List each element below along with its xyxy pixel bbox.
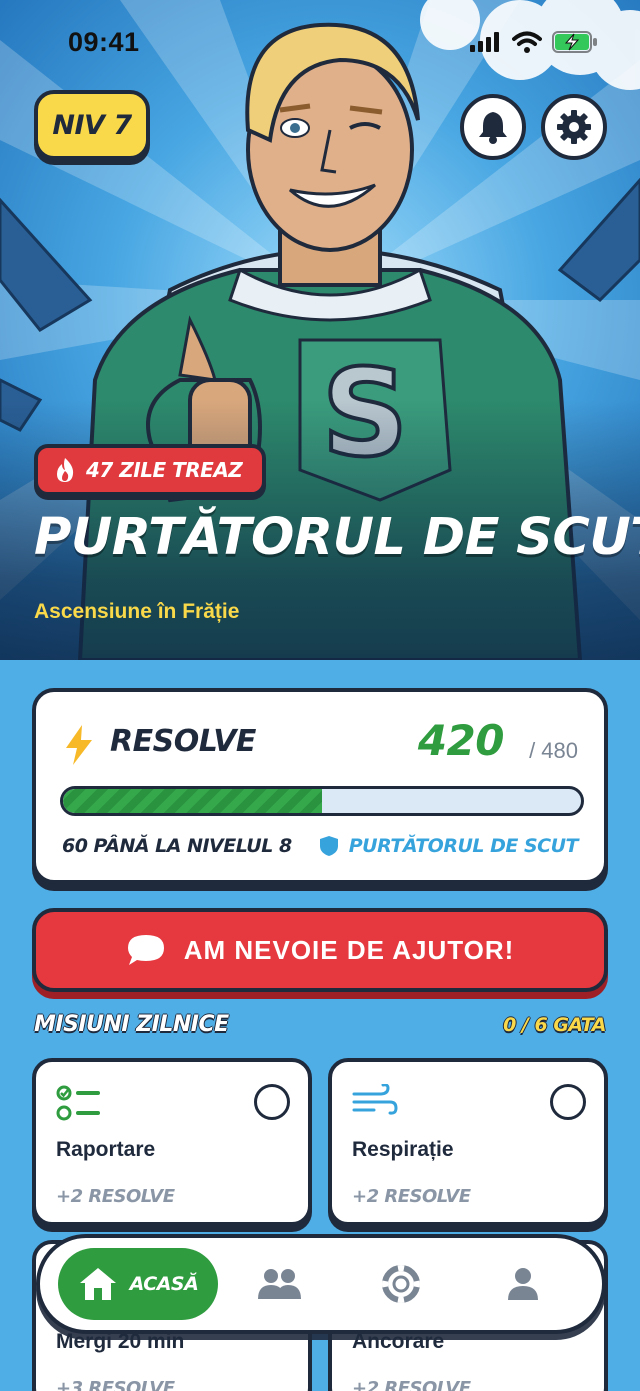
nav-home-button[interactable]: ACASĂ bbox=[58, 1248, 218, 1320]
home-icon bbox=[79, 1268, 116, 1300]
resolve-progress-fill bbox=[63, 789, 322, 813]
cellular-signal-icon bbox=[470, 32, 499, 52]
resolve-progress-bar bbox=[60, 786, 584, 816]
help-button-label: AM NEVOIE DE AJUTOR! bbox=[183, 934, 515, 965]
battery-charging-icon bbox=[552, 31, 597, 53]
mission-reward: +2 RESOLVE bbox=[352, 1186, 471, 1207]
next-level-text: 60 PÂNĂ LA NIVELUL 8 bbox=[62, 835, 292, 857]
status-time: 09:41 bbox=[68, 26, 140, 57]
mission-checkbox[interactable] bbox=[254, 1084, 290, 1120]
nav-profile-button[interactable] bbox=[462, 1248, 584, 1320]
mission-name: Raportare bbox=[56, 1138, 156, 1161]
wifi-icon bbox=[512, 31, 542, 53]
rank-label: PURTĂTORUL DE SCUT bbox=[319, 835, 579, 857]
rank-text: PURTĂTORUL DE SCUT bbox=[348, 835, 579, 857]
settings-button[interactable] bbox=[541, 94, 607, 160]
lightning-icon bbox=[66, 725, 92, 765]
nav-community-button[interactable] bbox=[218, 1248, 340, 1320]
mission-reward: +2 RESOLVE bbox=[352, 1378, 471, 1391]
notifications-button[interactable] bbox=[460, 94, 526, 160]
mission-reward: +2 RESOLVE bbox=[56, 1186, 175, 1207]
shield-icon bbox=[319, 836, 338, 856]
level-badge[interactable]: NIV 7 bbox=[34, 90, 150, 160]
mission-card-raportare[interactable]: Raportare +2 RESOLVE bbox=[32, 1058, 312, 1226]
resolve-card: RESOLVE 420 / 480 60 PÂNĂ LA NIVELUL 8 P… bbox=[32, 688, 608, 884]
streak-badge: 47 ZILE TREAZ bbox=[34, 444, 267, 496]
resolve-value: 420 bbox=[417, 716, 505, 765]
mission-name: Respirație bbox=[352, 1138, 454, 1161]
resolve-max: / 480 bbox=[529, 738, 578, 763]
profile-icon bbox=[508, 1268, 538, 1300]
nav-support-button[interactable] bbox=[340, 1248, 462, 1320]
help-button[interactable]: AM NEVOIE DE AJUTOR! bbox=[32, 908, 608, 992]
missions-count: 0 / 6 GATA bbox=[503, 1014, 606, 1036]
mission-checkbox[interactable] bbox=[550, 1084, 586, 1120]
resolve-label: RESOLVE bbox=[110, 724, 256, 759]
hero-subtitle: Ascensiune în Frăție bbox=[34, 600, 240, 623]
checklist-icon bbox=[56, 1085, 100, 1121]
mission-reward: +3 RESOLVE bbox=[56, 1378, 175, 1391]
wind-icon bbox=[352, 1084, 398, 1115]
bottom-nav: ACASĂ bbox=[36, 1234, 606, 1334]
missions-title: MISIUNI ZILNICE bbox=[34, 1012, 229, 1037]
chat-bubble-icon bbox=[127, 935, 164, 965]
status-bar: 09:41 bbox=[0, 0, 640, 84]
community-icon bbox=[258, 1269, 301, 1299]
gear-icon bbox=[557, 110, 591, 144]
bell-icon bbox=[479, 112, 507, 144]
mission-card-respiratie[interactable]: Respirație +2 RESOLVE bbox=[328, 1058, 608, 1226]
flame-icon bbox=[57, 458, 74, 482]
streak-label: 47 ZILE TREAZ bbox=[86, 458, 243, 482]
lifebuoy-icon bbox=[382, 1265, 420, 1303]
status-icons bbox=[470, 31, 598, 53]
hero-title: PURTĂTORUL DE SCUT bbox=[34, 508, 640, 567]
nav-home-label: ACASĂ bbox=[129, 1273, 199, 1295]
